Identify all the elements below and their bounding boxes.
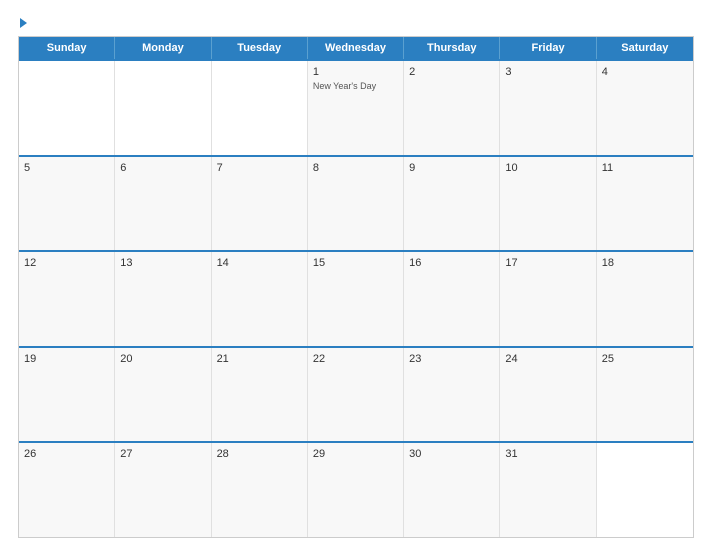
day-cell: 9 [404, 157, 500, 251]
day-number: 5 [24, 161, 109, 175]
day-cell: 17 [500, 252, 596, 346]
calendar-page: SundayMondayTuesdayWednesdayThursdayFrid… [0, 0, 712, 550]
day-number: 13 [120, 256, 205, 270]
day-number: 3 [505, 65, 590, 79]
day-number: 22 [313, 352, 398, 366]
day-cell: 7 [212, 157, 308, 251]
day-headers-row: SundayMondayTuesdayWednesdayThursdayFrid… [19, 37, 693, 59]
week-row-5: 26 27 28 29 30 31 [19, 441, 693, 537]
week-row-2: 56789 10 11 [19, 155, 693, 251]
day-cell: 5 [19, 157, 115, 251]
week-row-1: 1 New Year's Day 234 [19, 59, 693, 155]
day-number: 16 [409, 256, 494, 270]
week-row-3: 12 13 14 15 16 17 18 [19, 250, 693, 346]
day-cell: 28 [212, 443, 308, 537]
day-number: 15 [313, 256, 398, 270]
day-number: 9 [409, 161, 494, 175]
day-cell: 24 [500, 348, 596, 442]
day-cell: 8 [308, 157, 404, 251]
day-cell: 11 [597, 157, 693, 251]
day-header-wednesday: Wednesday [308, 37, 404, 59]
day-cell: 2 [404, 61, 500, 155]
day-cell: 23 [404, 348, 500, 442]
day-cell: 31 [500, 443, 596, 537]
day-cell: 4 [597, 61, 693, 155]
day-cell: 22 [308, 348, 404, 442]
day-cell: 20 [115, 348, 211, 442]
day-cell: 12 [19, 252, 115, 346]
day-cell: 21 [212, 348, 308, 442]
day-cell [212, 61, 308, 155]
day-number: 25 [602, 352, 688, 366]
day-number: 28 [217, 447, 302, 461]
day-header-sunday: Sunday [19, 37, 115, 59]
day-number: 2 [409, 65, 494, 79]
day-number: 19 [24, 352, 109, 366]
day-number: 1 [313, 65, 398, 79]
day-cell: 30 [404, 443, 500, 537]
day-number: 17 [505, 256, 590, 270]
day-number: 24 [505, 352, 590, 366]
holiday-label: New Year's Day [313, 81, 398, 92]
day-number: 20 [120, 352, 205, 366]
day-cell: 13 [115, 252, 211, 346]
day-number: 23 [409, 352, 494, 366]
calendar-grid: SundayMondayTuesdayWednesdayThursdayFrid… [18, 36, 694, 538]
day-number: 6 [120, 161, 205, 175]
day-number: 18 [602, 256, 688, 270]
day-cell: 3 [500, 61, 596, 155]
day-header-monday: Monday [115, 37, 211, 59]
day-cell: 29 [308, 443, 404, 537]
day-number: 30 [409, 447, 494, 461]
day-number: 21 [217, 352, 302, 366]
logo [18, 18, 27, 28]
day-number: 12 [24, 256, 109, 270]
logo-blue-text [18, 18, 27, 28]
day-cell [115, 61, 211, 155]
header [18, 18, 694, 28]
day-number: 4 [602, 65, 688, 79]
day-number: 27 [120, 447, 205, 461]
day-cell [597, 443, 693, 537]
day-cell: 16 [404, 252, 500, 346]
day-cell: 19 [19, 348, 115, 442]
day-cell: 26 [19, 443, 115, 537]
day-cell: 14 [212, 252, 308, 346]
day-header-saturday: Saturday [597, 37, 693, 59]
day-number: 26 [24, 447, 109, 461]
day-header-friday: Friday [500, 37, 596, 59]
day-cell: 1 New Year's Day [308, 61, 404, 155]
day-cell: 10 [500, 157, 596, 251]
day-header-thursday: Thursday [404, 37, 500, 59]
day-cell: 15 [308, 252, 404, 346]
day-cell: 25 [597, 348, 693, 442]
day-cell: 18 [597, 252, 693, 346]
day-number: 31 [505, 447, 590, 461]
day-number: 10 [505, 161, 590, 175]
day-number: 14 [217, 256, 302, 270]
day-number: 11 [602, 161, 688, 175]
weeks-container: 1New Year's Day2345678910111213141516171… [19, 59, 693, 537]
day-cell [19, 61, 115, 155]
week-row-4: 19 20 21 22 23 24 25 [19, 346, 693, 442]
day-number: 29 [313, 447, 398, 461]
day-cell: 27 [115, 443, 211, 537]
day-header-tuesday: Tuesday [212, 37, 308, 59]
logo-triangle-icon [20, 18, 27, 28]
day-cell: 6 [115, 157, 211, 251]
day-number: 8 [313, 161, 398, 175]
day-number: 7 [217, 161, 302, 175]
